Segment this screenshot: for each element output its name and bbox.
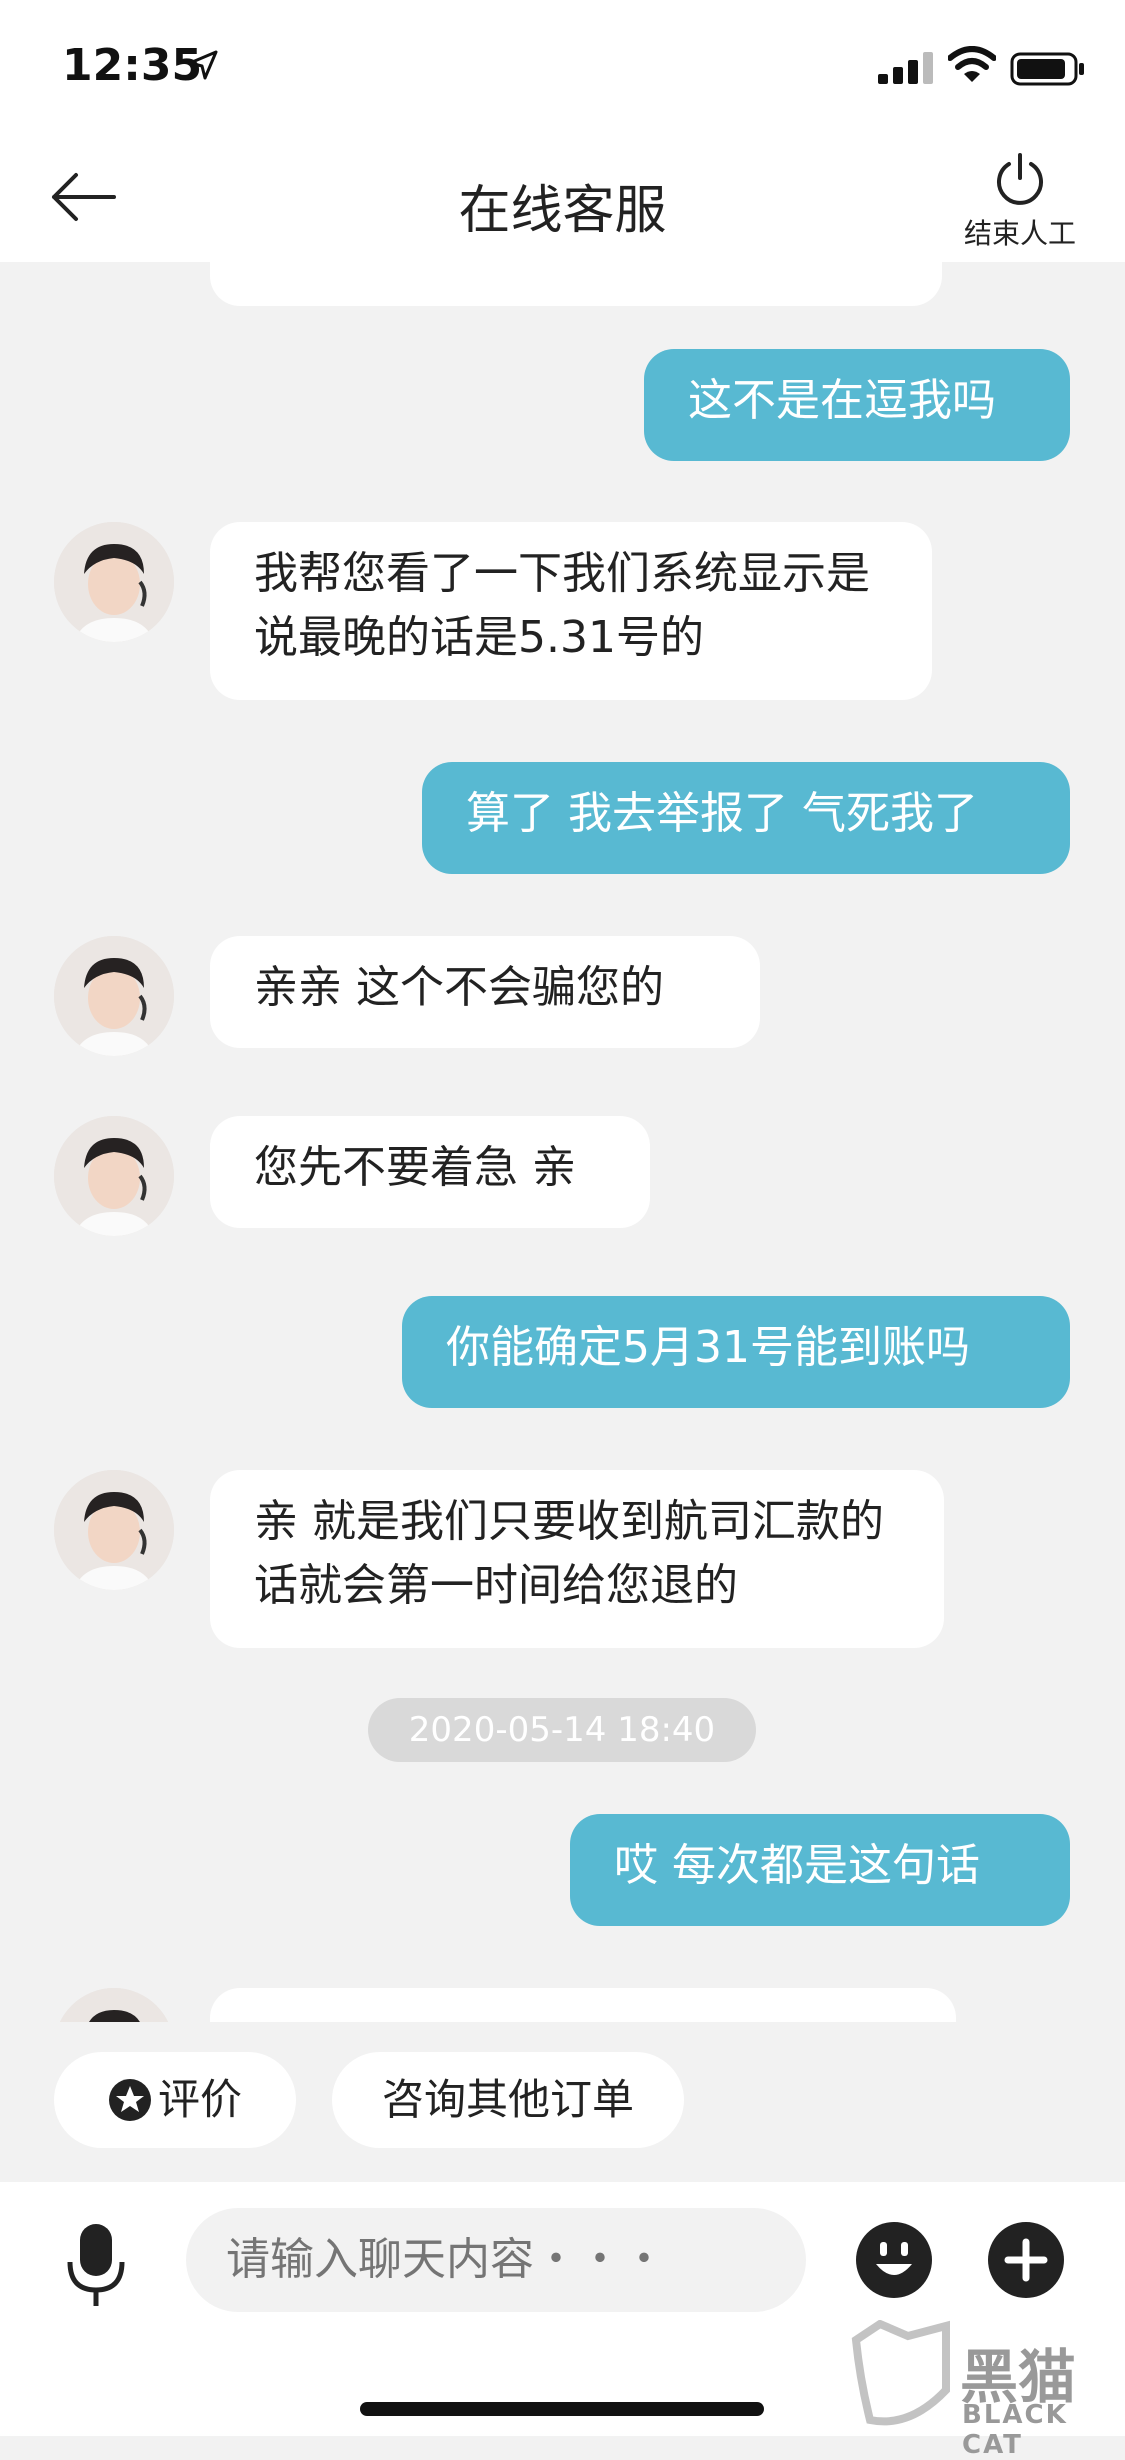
message-bubble-right: 你能确定5月31号能到账吗	[402, 1296, 1070, 1408]
end-human-service-button[interactable]: 结束人工	[955, 152, 1085, 252]
message-bubble-right: 算了 我去举报了 气死我了	[422, 762, 1070, 874]
home-indicator	[360, 2402, 764, 2416]
chat-area[interactable]: 这不是在逗我吗 我帮您看了一下我们系统显示是说最晚的话是5.31号的 算了 我去…	[0, 262, 1125, 2022]
signal-icon	[878, 52, 933, 84]
agent-avatar-image	[54, 936, 174, 1056]
back-arrow-icon[interactable]	[48, 172, 118, 222]
status-bar: 12:35	[0, 0, 1125, 132]
consult-other-orders-button[interactable]: 咨询其他订单	[332, 2052, 684, 2148]
emoji-icon[interactable]	[854, 2220, 934, 2300]
message-bubble-left: 亲亲 这个不会骗您的	[210, 936, 760, 1048]
status-time: 12:35	[62, 40, 203, 91]
message-text: 这不是在逗我吗	[688, 375, 996, 426]
location-arrow-icon	[188, 50, 218, 80]
watermark-subtitle: BLACK CAT	[962, 2400, 1068, 2460]
agent-avatar-image	[54, 1116, 174, 1236]
battery-icon	[1010, 52, 1084, 86]
message-text: 哎 每次都是这句话	[614, 1840, 980, 1891]
message-text: 亲亲 这个不会骗您的	[254, 962, 664, 1013]
agent-avatar	[54, 936, 174, 1056]
agent-avatar-image	[54, 1470, 174, 1590]
plus-icon[interactable]	[986, 2220, 1066, 2300]
message-text: 您先不要着急 亲	[254, 1142, 576, 1193]
message-text: 你能确定5月31号能到账吗	[446, 1322, 970, 1373]
message-bubble-left: 亲 就是我们只要收到航司汇款的话就会第一时间给您退的	[210, 1470, 944, 1648]
star-icon	[108, 2079, 151, 2121]
agent-avatar-image	[54, 522, 174, 642]
agent-avatar-image	[54, 1988, 174, 2022]
end-human-label: 结束人工	[963, 217, 1076, 250]
nav-bar: 在线客服 结束人工	[0, 132, 1125, 262]
message-bubble-right: 这不是在逗我吗	[644, 349, 1070, 461]
message-bubble-right: 哎 每次都是这句话	[570, 1814, 1070, 1926]
partial-message-bubble	[210, 1988, 956, 2022]
partial-message-bubble	[210, 262, 942, 306]
message-bubble-left: 我帮您看了一下我们系统显示是说最晚的话是5.31号的	[210, 522, 932, 700]
microphone-icon[interactable]	[66, 2222, 126, 2308]
wifi-icon	[948, 46, 996, 82]
agent-avatar	[54, 1988, 174, 2022]
rate-label: 评价	[157, 2075, 242, 2124]
agent-avatar	[54, 1470, 174, 1590]
message-text: 亲 就是我们只要收到航司汇款的话就会第一时间给您退的	[254, 1496, 884, 1611]
agent-avatar	[54, 1116, 174, 1236]
message-bubble-left: 您先不要着急 亲	[210, 1116, 650, 1228]
agent-avatar	[54, 522, 174, 642]
input-bar	[0, 2182, 1125, 2436]
chat-input[interactable]	[186, 2208, 806, 2312]
message-text: 算了 我去举报了 气死我了	[466, 788, 978, 839]
timestamp-badge: 2020-05-14 18:40	[368, 1698, 756, 1762]
rate-button[interactable]: 评价	[54, 2052, 296, 2148]
message-text: 我帮您看了一下我们系统显示是说最晚的话是5.31号的	[254, 548, 870, 663]
power-icon	[997, 153, 1043, 205]
